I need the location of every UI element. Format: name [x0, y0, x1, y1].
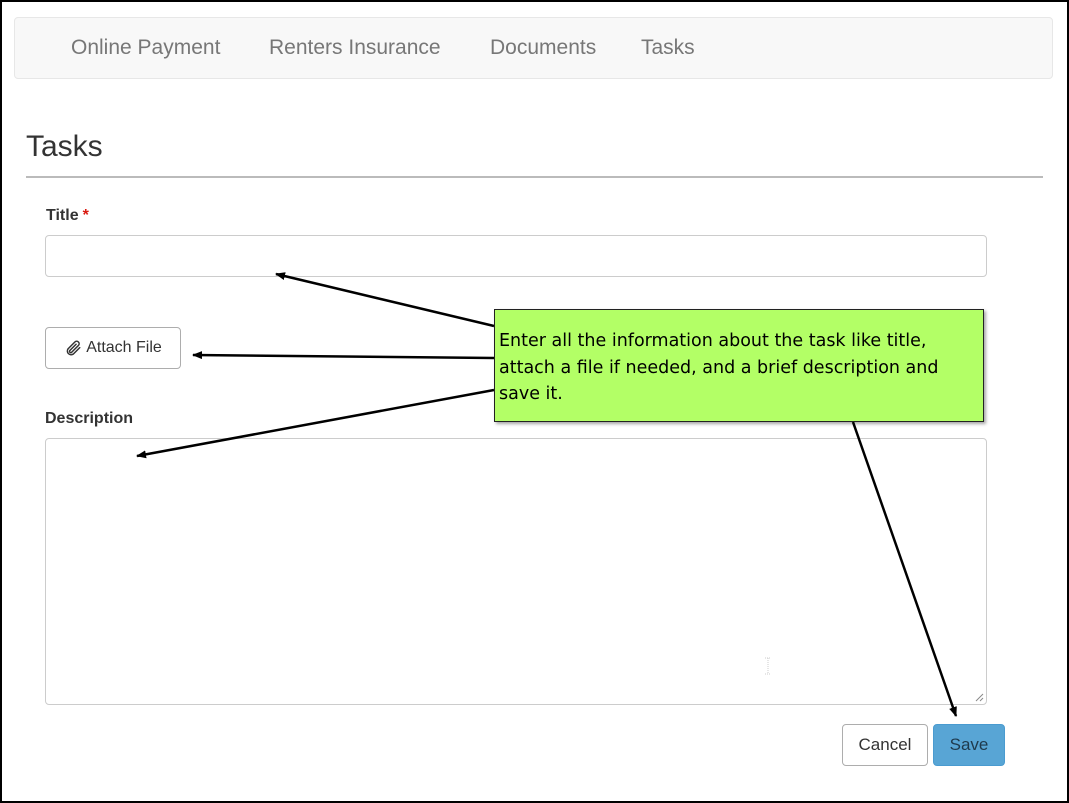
page-title: Tasks: [26, 130, 103, 163]
annotation-text: Enter all the information about the task…: [499, 331, 939, 404]
attach-file-button[interactable]: Attach File: [45, 327, 181, 369]
description-textarea[interactable]: [45, 438, 987, 705]
cancel-button[interactable]: Cancel: [842, 724, 928, 766]
resize-handle-icon[interactable]: [974, 692, 984, 702]
nav-online-payment[interactable]: Online Payment: [71, 36, 220, 60]
description-label: Description: [45, 410, 134, 427]
nav-renters-insurance[interactable]: Renters Insurance: [269, 36, 441, 60]
title-label-text: Title: [46, 207, 79, 224]
title-divider: [26, 176, 1043, 178]
annotation-callout: Enter all the information about the task…: [494, 309, 984, 422]
save-button[interactable]: Save: [933, 724, 1005, 766]
text-cursor-icon: [765, 657, 771, 675]
title-input[interactable]: [45, 235, 987, 277]
nav-tasks[interactable]: Tasks: [641, 36, 695, 60]
title-label: Title *: [46, 207, 89, 225]
top-navbar: Online Payment Renters Insurance Documen…: [14, 17, 1053, 79]
nav-documents[interactable]: Documents: [490, 36, 596, 60]
paperclip-icon: [66, 340, 81, 356]
attach-file-label: Attach File: [86, 339, 162, 356]
required-marker: *: [82, 207, 89, 224]
